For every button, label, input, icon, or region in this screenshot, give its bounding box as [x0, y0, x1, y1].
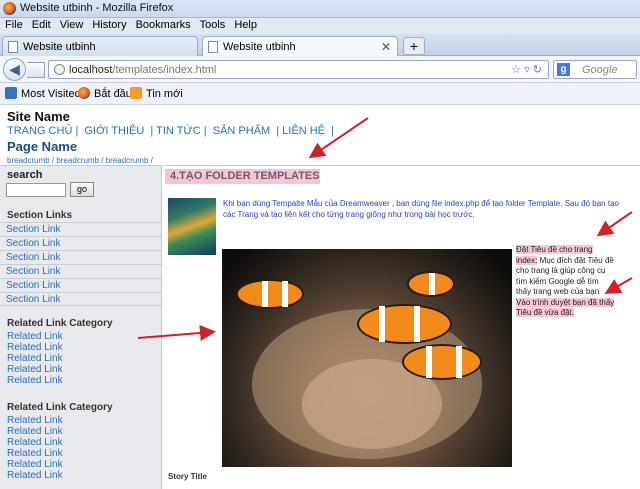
menu-bar: File Edit View History Bookmarks Tools Help [0, 18, 640, 34]
tab-bar: Website utbinh Website utbinh ✕ + [0, 34, 640, 56]
url-path: /templates/index.html [112, 64, 217, 76]
url-host: localhost [69, 64, 113, 76]
url-text: localhost/templates/index.html [69, 64, 216, 76]
bookmark-bat-dau[interactable]: Bắt đầu [78, 87, 132, 100]
breadcrumb[interactable]: breadcrumb / breadcrumb / breadcrumb / [7, 156, 153, 165]
nav-lien-he[interactable]: | LIÊN HỆ [276, 125, 325, 137]
story-title: Story Title [168, 472, 207, 481]
search-placeholder: Google [582, 64, 618, 76]
related-link[interactable]: Related Link [7, 331, 63, 342]
window-title: Website utbinh - Mozilla Firefox [20, 2, 174, 14]
section-link[interactable]: Section Link [0, 278, 161, 292]
main-content: 4.TẠO FOLDER TEMPLATES Khi bạn dùng Temp… [163, 165, 640, 489]
bookmark-tin-moi[interactable]: Tin mới [130, 87, 183, 100]
article-heading: 4.TẠO FOLDER TEMPLATES [165, 169, 320, 184]
nav-tin-tuc[interactable]: | TIN TỨC | [150, 125, 206, 137]
menu-file[interactable]: File [0, 18, 27, 31]
menu-bookmarks[interactable]: Bookmarks [131, 18, 195, 31]
clownfish-photo [222, 249, 512, 467]
google-icon: g [557, 63, 570, 76]
related-link[interactable]: Related Link [7, 426, 63, 437]
tab-label: Website utbinh [23, 41, 96, 53]
tab-website-utbinh-1[interactable]: Website utbinh [2, 36, 198, 56]
nav-separator: | [331, 125, 334, 137]
sidebar: search go Section Links Section Link Sec… [0, 165, 162, 489]
related-link[interactable]: Related Link [7, 448, 63, 459]
related-link[interactable]: Related Link [7, 375, 63, 386]
reload-icon[interactable]: ↻ [533, 64, 542, 76]
nav-san-pham[interactable]: SẢN PHẨM [213, 125, 270, 137]
section-link[interactable]: Section Link [0, 292, 161, 306]
bookmark-label: Tin mới [146, 88, 183, 100]
site-name: Site Name [7, 109, 70, 124]
bookmark-label: Bắt đầu [94, 88, 132, 100]
back-button[interactable]: ◀ [3, 58, 26, 81]
bookmark-label: Most Visited [21, 88, 81, 100]
related-category-heading: Related Link Category [7, 318, 113, 329]
close-tab-icon[interactable]: ✕ [381, 40, 391, 54]
rss-icon [130, 87, 142, 99]
search-box[interactable]: g Google [553, 60, 637, 79]
section-link[interactable]: Section Link [0, 250, 161, 264]
window-titlebar: Website utbinh - Mozilla Firefox [0, 0, 640, 18]
clownfish [402, 344, 482, 380]
search-label: search [7, 169, 43, 181]
search-input[interactable] [6, 183, 66, 197]
intro-text: Khi bạn dùng Tempalte Mẫu của Dreamweave… [223, 199, 619, 219]
star-icon[interactable]: ☆ [511, 64, 521, 76]
related-link[interactable]: Related Link [7, 470, 63, 481]
new-tab-button[interactable]: + [403, 37, 425, 55]
navigation-bar: ◀ localhost/templates/index.html ☆ ▿ ↻ g… [0, 56, 640, 83]
page-icon [8, 41, 18, 53]
nav-gioi-thieu[interactable]: GIỚI THIỆU [84, 125, 144, 137]
tab-website-utbinh-2[interactable]: Website utbinh ✕ [202, 36, 398, 56]
clownfish [357, 304, 452, 344]
related-link[interactable]: Related Link [7, 353, 63, 364]
firefox-icon [3, 2, 16, 15]
note-highlight-browser: Vào trình duyệt bạn đã thấy Tiêu đề vừa … [516, 297, 615, 317]
related-link[interactable]: Related Link [7, 437, 63, 448]
section-link[interactable]: Section Link [0, 264, 161, 278]
related-category-heading: Related Link Category [7, 402, 113, 413]
section-link[interactable]: Section Link [0, 222, 161, 236]
side-note: Đặt Tiêu đề cho trang index: Mục đích đặ… [516, 245, 616, 319]
page-icon [208, 41, 218, 53]
section-links-heading: Section Links [7, 210, 73, 221]
menu-view[interactable]: View [55, 18, 88, 31]
page-viewport: Site Name TRANG CHỦ | GIỚI THIỆU | TIN T… [0, 106, 640, 489]
tab-label: Website utbinh [223, 41, 296, 53]
most-visited-icon [5, 87, 17, 99]
clownfish [407, 271, 455, 297]
page-name: Page Name [7, 139, 78, 154]
url-bar[interactable]: localhost/templates/index.html ☆ ▿ ↻ [48, 60, 549, 79]
menu-history[interactable]: History [87, 18, 130, 31]
related-link[interactable]: Related Link [7, 342, 63, 353]
bookmark-most-visited[interactable]: Most Visited [5, 87, 81, 100]
related-link[interactable]: Related Link [7, 364, 63, 375]
related-link[interactable]: Related Link [7, 415, 63, 426]
url-controls: ☆ ▿ ↻ [511, 63, 542, 76]
clownfish [236, 279, 304, 309]
nav-trang-chu[interactable]: TRANG CHỦ | [7, 125, 78, 137]
go-button[interactable]: go [70, 182, 94, 197]
globe-icon [54, 64, 65, 75]
firefox-icon [78, 87, 90, 99]
fish-thumbnail-image [168, 198, 216, 255]
menu-help[interactable]: Help [229, 18, 261, 31]
arrow-to-heading [308, 117, 369, 159]
history-button[interactable] [27, 62, 45, 78]
section-link[interactable]: Section Link [0, 236, 161, 250]
top-navigation: TRANG CHỦ | GIỚI THIỆU | TIN TỨC | SẢN P… [7, 125, 337, 137]
dropdown-arrow-icon[interactable]: ▿ [524, 64, 530, 76]
menu-edit[interactable]: Edit [27, 18, 55, 31]
menu-tools[interactable]: Tools [195, 18, 230, 31]
related-link[interactable]: Related Link [7, 459, 63, 470]
bookmarks-bar: Most Visited Bắt đầu Tin mới [0, 83, 640, 105]
